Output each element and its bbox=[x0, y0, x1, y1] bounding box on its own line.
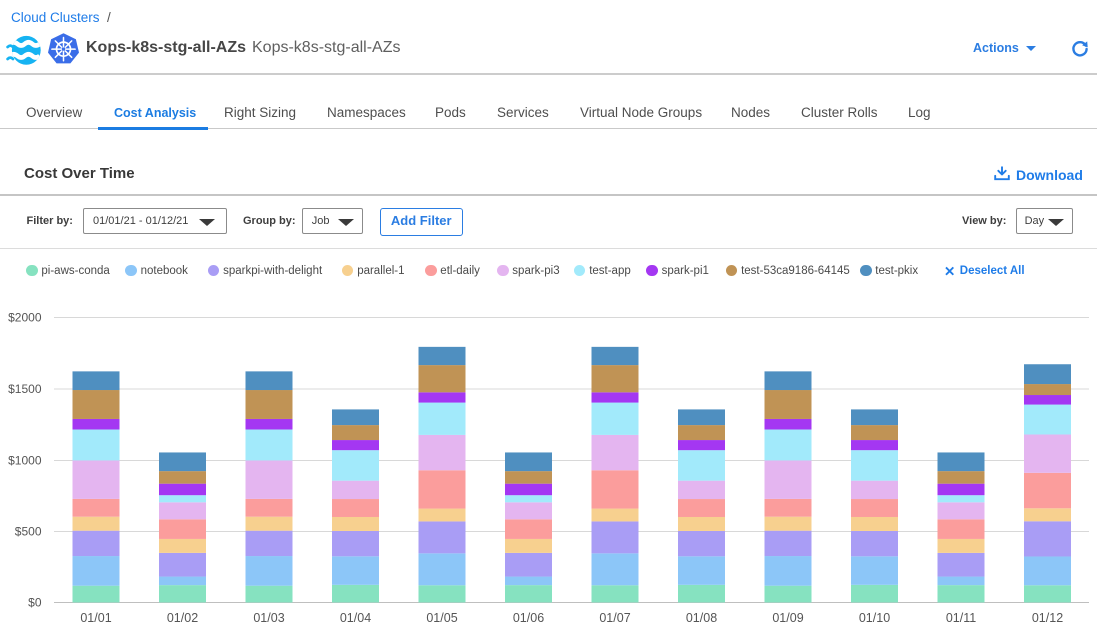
svg-text:01/03: 01/03 bbox=[253, 611, 284, 625]
svg-text:01/02: 01/02 bbox=[167, 611, 198, 625]
svg-text:01/10: 01/10 bbox=[859, 611, 890, 625]
svg-text:$500: $500 bbox=[15, 525, 42, 539]
svg-text:01/09: 01/09 bbox=[772, 611, 803, 625]
svg-text:01/07: 01/07 bbox=[599, 611, 630, 625]
svg-text:01/06: 01/06 bbox=[513, 611, 544, 625]
svg-text:$0: $0 bbox=[28, 596, 42, 610]
svg-text:$1500: $1500 bbox=[8, 382, 42, 396]
svg-text:$1000: $1000 bbox=[8, 454, 42, 468]
svg-text:01/01: 01/01 bbox=[80, 611, 111, 625]
svg-text:01/05: 01/05 bbox=[426, 611, 457, 625]
svg-text:01/04: 01/04 bbox=[340, 611, 371, 625]
svg-text:01/08: 01/08 bbox=[686, 611, 717, 625]
svg-text:01/11: 01/11 bbox=[946, 611, 976, 625]
svg-text:01/12: 01/12 bbox=[1032, 611, 1063, 625]
svg-text:$2000: $2000 bbox=[8, 311, 42, 325]
